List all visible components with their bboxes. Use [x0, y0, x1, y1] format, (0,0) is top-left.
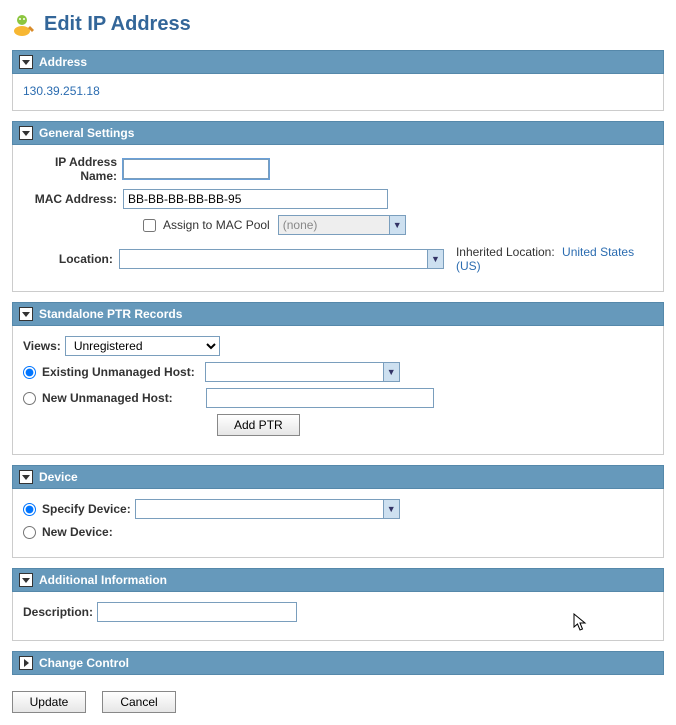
description-label: Description:: [23, 605, 93, 619]
cancel-button[interactable]: Cancel: [102, 691, 176, 713]
ip-name-input[interactable]: [123, 159, 269, 179]
update-button[interactable]: Update: [12, 691, 86, 713]
existing-host-radio[interactable]: [23, 366, 36, 379]
chevron-down-icon: ▼: [389, 216, 405, 234]
chevron-down-icon: ▼: [427, 250, 443, 268]
user-edit-icon: [12, 12, 36, 36]
panel-header-address[interactable]: Address: [12, 50, 664, 74]
panel-change-control: Change Control: [12, 651, 664, 675]
views-select[interactable]: Unregistered: [65, 336, 220, 356]
new-host-radio[interactable]: [23, 392, 36, 405]
existing-host-select[interactable]: ▼: [205, 362, 400, 382]
chevron-down-icon: ▼: [383, 500, 399, 518]
panel-title: Change Control: [39, 656, 129, 670]
add-ptr-button[interactable]: Add PTR: [217, 414, 300, 436]
chevron-down-icon: ▼: [383, 363, 399, 381]
new-device-label: New Device:: [42, 525, 113, 539]
mac-pool-select[interactable]: (none) ▼: [278, 215, 406, 235]
assign-mac-pool-checkbox[interactable]: [143, 219, 156, 232]
panel-additional-info: Additional Information Description:: [12, 568, 664, 641]
panel-general-settings: General Settings IP Address Name: MAC Ad…: [12, 121, 664, 292]
collapse-icon[interactable]: [19, 55, 33, 69]
description-input[interactable]: [97, 602, 297, 622]
panel-title: Standalone PTR Records: [39, 307, 182, 321]
panel-header-device[interactable]: Device: [12, 465, 664, 489]
existing-host-label: Existing Unmanaged Host:: [42, 365, 201, 379]
specify-device-label: Specify Device:: [42, 502, 131, 516]
panel-address: Address 130.39.251.18: [12, 50, 664, 111]
panel-header-change-control[interactable]: Change Control: [12, 651, 664, 675]
ip-name-label: IP Address Name:: [23, 155, 123, 183]
panel-title: General Settings: [39, 126, 134, 140]
mac-label: MAC Address:: [23, 192, 123, 206]
page-title: Edit IP Address: [44, 13, 191, 36]
specify-device-radio[interactable]: [23, 503, 36, 516]
panel-title: Device: [39, 470, 78, 484]
specify-device-select[interactable]: ▼: [135, 499, 400, 519]
panel-ptr-records: Standalone PTR Records Views: Unregister…: [12, 302, 664, 455]
collapse-icon[interactable]: [19, 307, 33, 321]
expand-icon[interactable]: [19, 656, 33, 670]
collapse-icon[interactable]: [19, 126, 33, 140]
panel-device: Device Specify Device: ▼ New Device:: [12, 465, 664, 558]
panel-header-ptr[interactable]: Standalone PTR Records: [12, 302, 664, 326]
collapse-icon[interactable]: [19, 573, 33, 587]
inherited-location: Inherited Location: United States (US): [456, 245, 653, 273]
panel-header-general[interactable]: General Settings: [12, 121, 664, 145]
new-host-input[interactable]: [206, 388, 434, 408]
mac-address-input[interactable]: [123, 189, 388, 209]
new-host-label: New Unmanaged Host:: [42, 391, 179, 405]
panel-title: Additional Information: [39, 573, 167, 587]
footer-buttons: Update Cancel: [12, 691, 664, 713]
views-label: Views:: [23, 339, 61, 353]
location-select[interactable]: ▼: [119, 249, 444, 269]
panel-title: Address: [39, 55, 87, 69]
location-label: Location:: [23, 252, 119, 266]
new-device-radio[interactable]: [23, 526, 36, 539]
assign-mac-pool-label: Assign to MAC Pool: [163, 218, 270, 232]
panel-header-additional[interactable]: Additional Information: [12, 568, 664, 592]
ip-address-value: 130.39.251.18: [23, 84, 100, 98]
page-header: Edit IP Address: [12, 12, 664, 36]
collapse-icon[interactable]: [19, 470, 33, 484]
